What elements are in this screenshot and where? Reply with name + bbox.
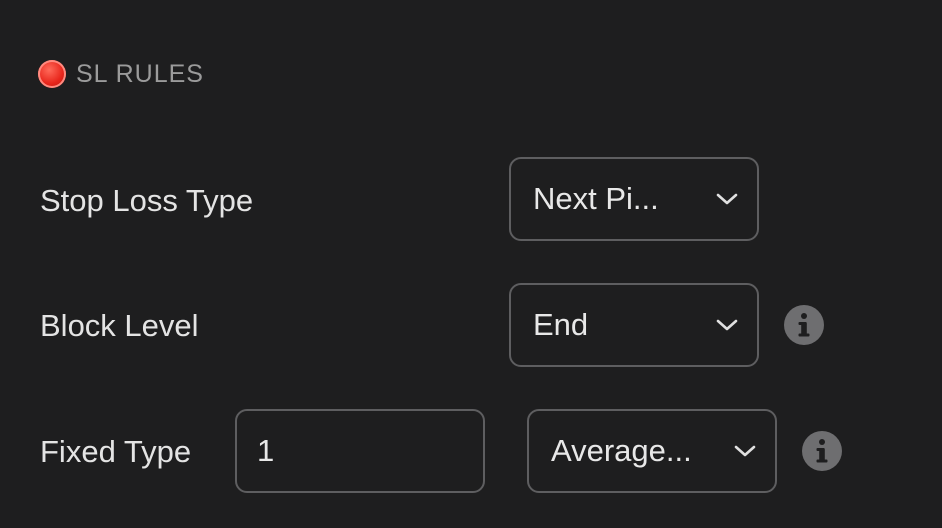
info-icon[interactable] — [802, 431, 842, 471]
fixed-type-select[interactable]: Average... — [527, 409, 777, 493]
fixed-type-value: Average... — [551, 433, 692, 468]
chevron-down-icon — [716, 193, 738, 205]
block-level-value: End — [533, 307, 589, 342]
info-icon[interactable] — [784, 305, 824, 345]
stop-loss-type-select[interactable]: Next Pi... — [509, 157, 759, 241]
fixed-type-input[interactable] — [235, 409, 485, 493]
stop-loss-type-value: Next Pi... — [533, 181, 659, 216]
section-header: SL RULES — [38, 58, 204, 90]
stop-loss-type-label: Stop Loss Type — [40, 183, 254, 218]
block-level-label: Block Level — [40, 308, 199, 343]
section-title: SL RULES — [76, 59, 204, 88]
fixed-type-label: Fixed Type — [40, 434, 192, 469]
chevron-down-icon — [716, 319, 738, 331]
block-level-select[interactable]: End — [509, 283, 759, 367]
stop-sign-icon — [38, 60, 66, 88]
chevron-down-icon — [734, 445, 756, 457]
